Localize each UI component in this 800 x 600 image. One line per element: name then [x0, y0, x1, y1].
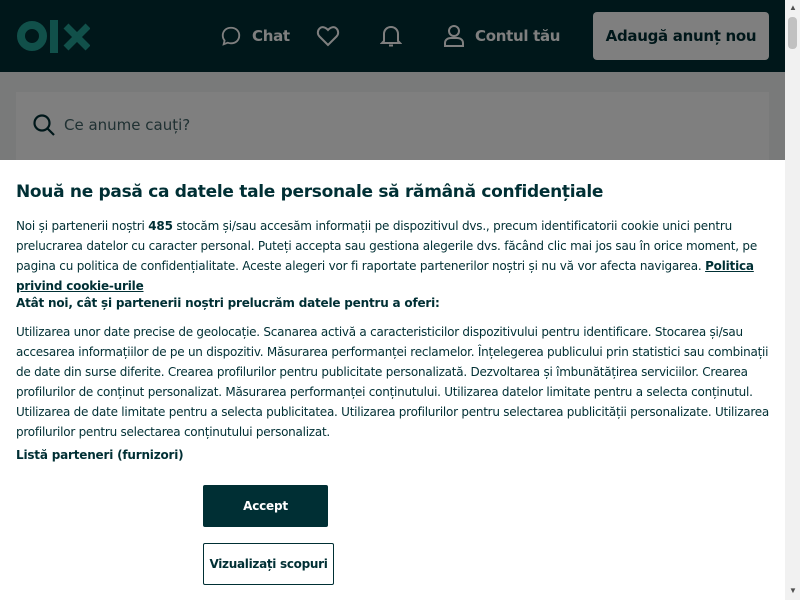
- cookie-consent-panel: Nouă ne pasă ca datele tale personale să…: [0, 160, 785, 600]
- partners-list-link[interactable]: Listă parteneri (furnizori): [16, 448, 184, 462]
- intro-text-start: Noi și partenerii noștri: [16, 219, 149, 233]
- purposes-list: Utilizarea unor date precise de geolocaț…: [16, 325, 770, 439]
- view-purposes-button[interactable]: Vizualizați scopuri: [203, 543, 334, 585]
- scroll-up-arrow-icon[interactable]: ▲: [789, 3, 797, 12]
- purposes-heading: Atât noi, cât și partenerii noștri prelu…: [16, 296, 440, 310]
- page-scrollbar[interactable]: ▲ ▼: [785, 0, 800, 600]
- scroll-thumb[interactable]: [788, 17, 797, 49]
- consent-title: Nouă ne pasă ca datele tale personale să…: [16, 182, 604, 202]
- accept-button[interactable]: Accept: [203, 485, 328, 527]
- modal-backdrop: [0, 0, 785, 162]
- scroll-down-arrow-icon[interactable]: ▼: [789, 586, 797, 595]
- consent-description: Noi și partenerii noștri 485 stocăm și/s…: [16, 216, 771, 296]
- partner-count: 485: [148, 219, 173, 233]
